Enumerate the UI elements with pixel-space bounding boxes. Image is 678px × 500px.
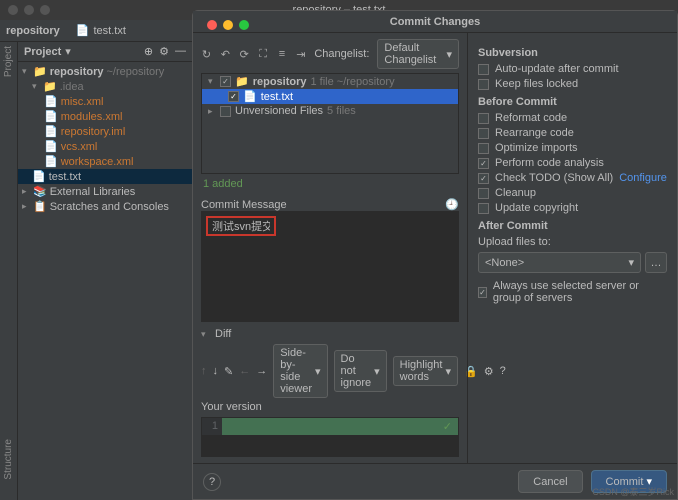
traffic-lights xyxy=(0,0,58,20)
folder-icon: 📁 xyxy=(43,80,57,93)
tree-file[interactable]: 📄misc.xml xyxy=(18,94,192,109)
commit-message-label: Commit Message xyxy=(201,199,287,211)
rail-structure[interactable]: Structure xyxy=(3,439,14,480)
checkbox[interactable]: ✓ xyxy=(228,91,239,102)
back-icon[interactable]: ← xyxy=(239,365,250,377)
viewer-select[interactable]: Side-by-side viewer▾ xyxy=(273,344,327,398)
project-breadcrumb[interactable]: repository xyxy=(0,23,66,39)
checkbox[interactable] xyxy=(220,106,231,117)
collapse-icon[interactable]: — xyxy=(175,45,186,58)
checkbox-analysis[interactable]: ✓ xyxy=(478,158,489,169)
file-icon: 📄 xyxy=(32,170,46,183)
tree-scratches[interactable]: ▸📋Scratches and Consoles xyxy=(18,199,192,214)
upload-select[interactable]: <None>▾ xyxy=(478,252,641,273)
upload-label: Upload files to: xyxy=(478,236,667,248)
configure-link[interactable]: Configure xyxy=(619,172,667,184)
next-diff-icon[interactable]: ↓ xyxy=(213,365,219,377)
gutter-line: 1 xyxy=(202,418,222,435)
tree-repo-row[interactable]: ▾✓📁repository 1 file ~/repository xyxy=(202,74,458,89)
chevron-down-icon: ▾ xyxy=(447,48,453,61)
before-commit-section: Before Commit xyxy=(478,96,667,108)
refresh-icon[interactable]: ↻ xyxy=(201,46,212,62)
scratch-icon: 📋 xyxy=(33,200,47,213)
file-icon: 📄 xyxy=(44,125,58,138)
dialog-traffic-lights[interactable] xyxy=(199,15,257,35)
chevron-down-icon[interactable]: ▾ xyxy=(65,45,71,58)
help-button[interactable]: ? xyxy=(203,473,221,491)
checkbox-always-server[interactable]: ✓ xyxy=(478,287,487,298)
expand-icon[interactable]: ⛶ xyxy=(258,46,269,62)
checkbox-reformat[interactable] xyxy=(478,113,489,124)
checkbox-auto-update[interactable] xyxy=(478,64,489,75)
tree-file[interactable]: 📄vcs.xml xyxy=(18,139,192,154)
commit-message-box[interactable] xyxy=(201,211,459,322)
tree-unversioned-row[interactable]: ▸Unversioned Files 5 files xyxy=(202,104,458,118)
watermark: CSDN @泰三岁Rick xyxy=(592,485,674,498)
file-icon: 📄 xyxy=(44,155,58,168)
after-commit-section: After Commit xyxy=(478,220,667,232)
project-panel: Project ▾ ⊕ ⚙ — ▾📁repository ~/repository ▾… xyxy=(18,42,193,500)
library-icon: 📚 xyxy=(33,185,47,198)
changed-files-tree: ▾✓📁repository 1 file ~/repository ✓📄test… xyxy=(201,73,459,174)
added-count: 1 added xyxy=(201,174,459,194)
tree-external[interactable]: ▸📚External Libraries xyxy=(18,184,192,199)
check-icon: ✓ xyxy=(437,418,458,435)
checkbox-todo[interactable]: ✓ xyxy=(478,173,489,184)
diff-toolbar: ↑ ↓ ✎ ← → Side-by-side viewer▾ Do not ig… xyxy=(201,344,459,398)
folder-icon: 📁 xyxy=(33,65,47,78)
tree-file-selected[interactable]: 📄test.txt xyxy=(18,169,192,184)
cancel-button[interactable]: Cancel xyxy=(518,470,582,493)
file-icon: 📄 xyxy=(44,140,58,153)
commit-dialog: Commit Changes ↻ ↶ ⟳ ⛶ ≡ ⇥ Changelist: D… xyxy=(192,10,678,500)
history-icon[interactable]: 🕘 xyxy=(445,198,459,211)
checkbox-copyright[interactable] xyxy=(478,203,489,214)
highlight-select[interactable]: Highlight words▾ xyxy=(393,356,458,386)
file-icon: 📄 xyxy=(76,24,90,37)
group-icon[interactable]: ≡ xyxy=(277,46,288,62)
folder-icon: 📁 xyxy=(235,75,249,88)
prev-diff-icon[interactable]: ↑ xyxy=(201,365,207,377)
checkbox-optimize[interactable] xyxy=(478,143,489,154)
changelist-label: Changelist: xyxy=(314,48,369,60)
file-icon: 📄 xyxy=(44,95,58,108)
dialog-title: Commit Changes xyxy=(390,16,480,28)
panel-title: Project xyxy=(24,46,61,58)
diff-viewer[interactable]: 1✓ xyxy=(201,417,459,457)
locate-icon[interactable]: ⊕ xyxy=(144,45,153,58)
undo-icon[interactable]: ↶ xyxy=(220,46,231,62)
checkbox-cleanup[interactable] xyxy=(478,188,489,199)
edit-icon[interactable]: ✎ xyxy=(224,365,233,378)
rail-project[interactable]: Project xyxy=(3,46,14,77)
commit-message-input[interactable] xyxy=(206,216,276,236)
your-version-label: Your version xyxy=(201,401,459,413)
collapse-icon[interactable]: ⇥ xyxy=(295,46,306,62)
settings-icon[interactable]: ⚙ xyxy=(159,45,169,58)
redo-icon[interactable]: ⟳ xyxy=(239,46,250,62)
ignore-select[interactable]: Do not ignore▾ xyxy=(334,350,387,392)
tree-file[interactable]: 📄repository.iml xyxy=(18,124,192,139)
file-icon: 📄 xyxy=(243,90,257,103)
tree-root[interactable]: ▾📁repository ~/repository xyxy=(18,64,192,79)
checkbox-rearrange[interactable] xyxy=(478,128,489,139)
upload-more-button[interactable]: … xyxy=(645,252,667,273)
tree-file[interactable]: 📄workspace.xml xyxy=(18,154,192,169)
subversion-section: Subversion xyxy=(478,47,667,59)
forward-icon[interactable]: → xyxy=(256,365,267,377)
commit-options-panel: Subversion Auto-update after commit Keep… xyxy=(467,33,677,463)
chevron-down-icon[interactable]: ▾ xyxy=(201,329,209,340)
tree-idea[interactable]: ▾📁.idea xyxy=(18,79,192,94)
tool-window-rail: Project Structure xyxy=(0,42,18,500)
diff-label: Diff xyxy=(215,328,231,340)
editor-tab[interactable]: 📄test.txt xyxy=(66,21,136,40)
commit-toolbar: ↻ ↶ ⟳ ⛶ ≡ ⇥ Changelist: Default Changeli… xyxy=(201,39,459,69)
checkbox[interactable]: ✓ xyxy=(220,76,231,87)
changelist-select[interactable]: Default Changelist▾ xyxy=(377,39,459,69)
tree-file-row[interactable]: ✓📄test.txt xyxy=(202,89,458,104)
file-icon: 📄 xyxy=(44,110,58,123)
checkbox-keep-locked[interactable] xyxy=(478,79,489,90)
project-tree: ▾📁repository ~/repository ▾📁.idea 📄misc.… xyxy=(18,62,192,216)
tree-file[interactable]: 📄modules.xml xyxy=(18,109,192,124)
